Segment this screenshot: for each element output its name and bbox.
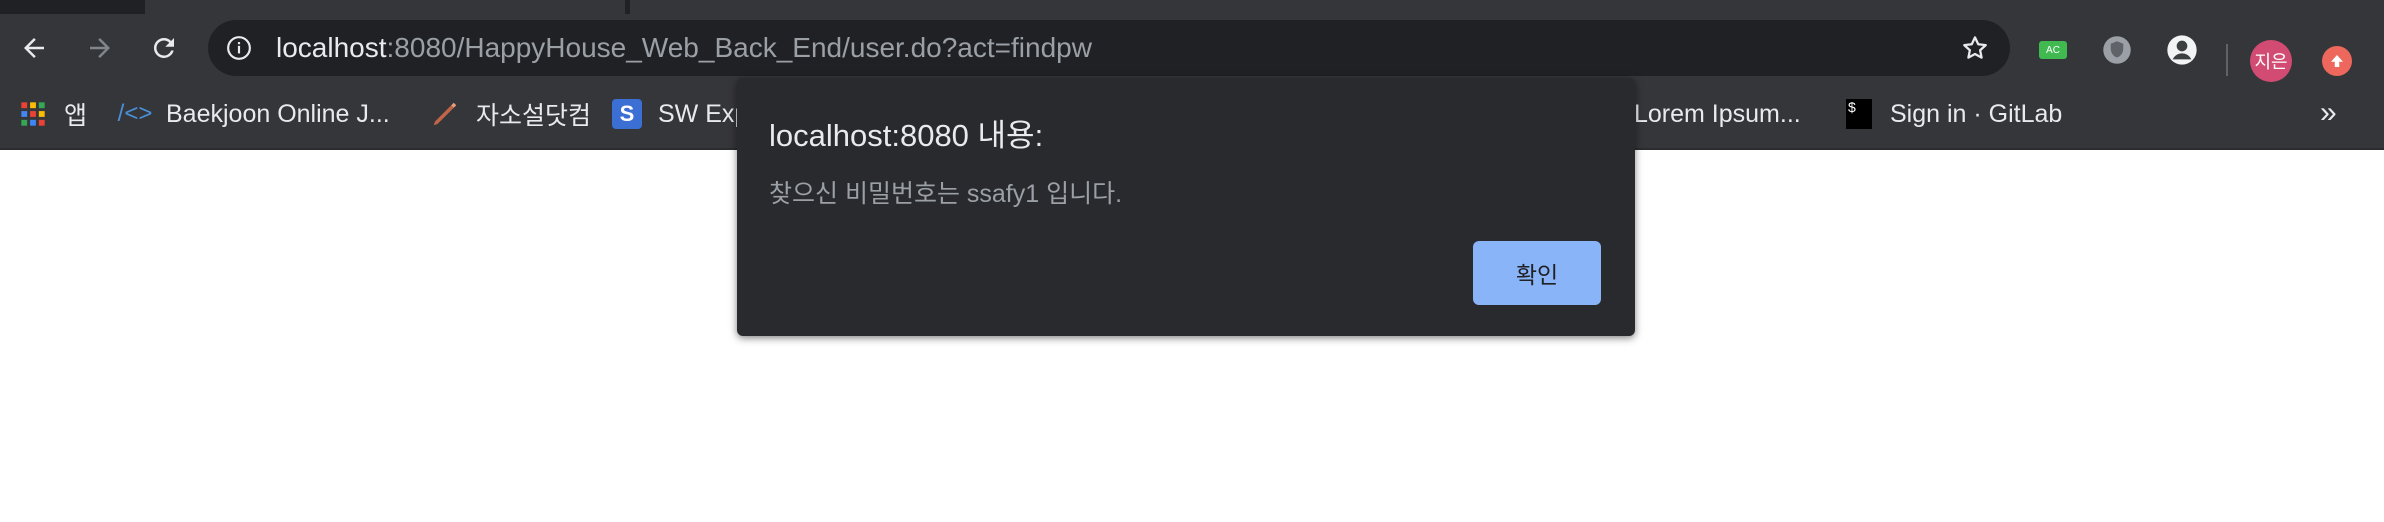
back-button[interactable] [14,28,54,68]
browser-toolbar: localhost:8080/HappyHouse_Web_Back_End/u… [0,14,2384,82]
reload-button[interactable] [144,28,184,68]
bookmark-baekjoon[interactable]: /<> Baekjoon Online J... [117,98,390,130]
bookmark-label: Sign in · GitLab [1890,99,2063,128]
alert-dialog: localhost:8080 내용: 찾으신 비밀번호는 ssafy1 입니다.… [737,78,1635,336]
dialog-message: 찾으신 비밀번호는 ssafy1 입니다. [769,180,1123,208]
ok-button[interactable]: 확인 [1473,241,1601,305]
url-path: :8080/HappyHouse_Web_Back_End/user.do?ac… [386,32,1092,63]
bookmark-star-icon[interactable] [1960,33,1990,63]
tab-strip-area [630,0,2384,14]
more-bookmarks-button[interactable]: » [2320,96,2337,130]
pen-icon [430,99,460,129]
bookmark-label: SW Exp [658,99,749,128]
forward-button[interactable] [80,28,120,68]
ac-badge: AC [2039,41,2067,59]
terminal-icon: $ [1844,99,1874,129]
ghost-avatar-icon [2167,35,2197,65]
bookmark-sw-expert[interactable]: S SW Exp [612,98,748,130]
avatar-extension-icon[interactable] [2166,35,2198,65]
s-logo-icon: S [612,99,642,129]
ac-extension-icon[interactable]: AC [2038,36,2068,64]
shield-icon [2103,36,2131,64]
active-tab[interactable] [145,0,625,14]
bookmark-apps[interactable]: 앱 [18,98,87,130]
bookmark-gitlab[interactable]: $ Sign in · GitLab [1844,98,2062,130]
back-arrow-icon [24,38,44,58]
update-button[interactable] [2322,46,2352,76]
update-arrow-icon [2331,55,2343,67]
bookmark-label: Lorem Ipsum... [1634,99,1801,128]
bookmark-lorem-ipsum[interactable]: Lorem Ipsum... [1634,98,1801,130]
bookmark-label: 자소설닷컴 [476,102,592,130]
toolbar-divider [2226,44,2228,76]
url-host: localhost [276,32,387,63]
code-brackets-icon: /<> [117,100,153,127]
bookmark-label: 앱 [64,102,88,130]
tab-strip [0,0,2384,14]
shield-extension-icon[interactable] [2102,36,2132,64]
apps-grid-icon [18,99,48,129]
address-bar[interactable]: localhost:8080/HappyHouse_Web_Back_End/u… [208,20,2010,76]
forward-arrow-icon [90,38,110,58]
bookmark-jasoseol[interactable]: 자소설닷컴 [430,98,591,130]
profile-avatar-button[interactable]: 지은 [2250,40,2292,82]
bookmark-label: Baekjoon Online J... [166,99,390,128]
site-info-icon[interactable] [226,35,252,61]
url-text[interactable]: localhost:8080/HappyHouse_Web_Back_End/u… [276,33,1092,63]
reload-icon [153,37,174,58]
dialog-title: localhost:8080 내용: [769,118,1044,153]
